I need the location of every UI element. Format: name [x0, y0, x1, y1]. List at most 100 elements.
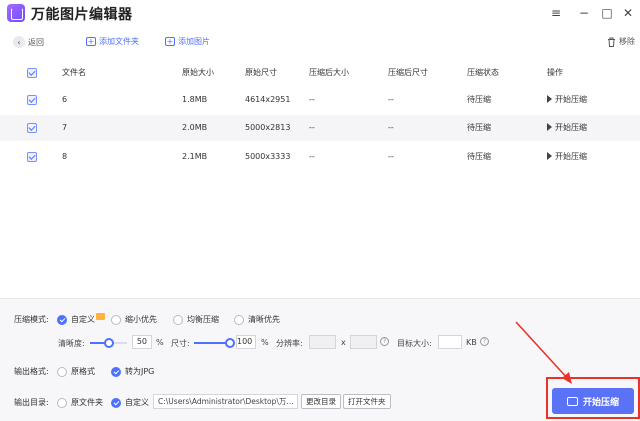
change-dir-button[interactable]: 更改目录: [301, 394, 341, 409]
play-icon: [547, 95, 552, 103]
radio-dot: [111, 397, 121, 408]
mode-balanced-radio[interactable]: 均衡压缩: [173, 314, 219, 325]
mode-smaller-radio[interactable]: 缩小优先: [111, 314, 157, 325]
back-button[interactable]: ‹ 返回: [13, 36, 44, 48]
original-size: 2.0MB: [182, 123, 208, 132]
radio-dot: [57, 314, 67, 325]
column-header: 原始大小: [182, 68, 214, 77]
compressed-dims: --: [388, 95, 394, 104]
table-row[interactable]: 6 1.8MB 4614x2951 -- -- 待压缩 开始压缩: [0, 87, 640, 113]
slider-handle[interactable]: [103, 338, 114, 348]
radio-dot: [173, 314, 183, 325]
add-folder-label: 添加文件夹: [99, 37, 139, 46]
output-dir-label: 输出目录:: [14, 398, 49, 407]
start-compress-button[interactable]: 开始压缩: [552, 388, 634, 414]
action-label: 开始压缩: [555, 95, 587, 104]
row-checkbox[interactable]: [27, 95, 37, 105]
resolution-width-input[interactable]: [309, 335, 336, 349]
output-path-field[interactable]: C:\Users\Administrator\Desktop\万...: [153, 394, 298, 409]
mode-label: 缩小优先: [125, 315, 157, 324]
dir-original-radio[interactable]: 原文件夹: [57, 397, 103, 408]
remove-button[interactable]: 移除: [606, 36, 635, 47]
compressed-size: --: [309, 95, 315, 104]
table-row[interactable]: 7 2.0MB 5000x2813 -- -- 待压缩 开始压缩: [0, 115, 640, 141]
radio-dot: [234, 314, 244, 325]
radio-dot: [57, 397, 67, 408]
size-label: 尺寸:: [171, 339, 190, 348]
status-text: 待压缩: [467, 95, 491, 104]
clarity-slider[interactable]: [90, 338, 127, 348]
kb-unit-label: KB: [466, 338, 477, 347]
target-size-input[interactable]: [438, 335, 462, 349]
action-label: 开始压缩: [555, 123, 587, 132]
select-all-checkbox[interactable]: [27, 68, 37, 78]
add-image-button[interactable]: + 添加图片: [165, 36, 210, 47]
column-header: 压缩状态: [467, 68, 499, 77]
remove-label: 移除: [619, 37, 635, 46]
open-folder-button[interactable]: 打开文件夹: [343, 394, 391, 409]
row-checkbox[interactable]: [27, 152, 37, 162]
format-label: 转为JPG: [125, 367, 155, 376]
table-row[interactable]: 8 2.1MB 5000x3333 -- -- 待压缩 开始压缩: [0, 144, 640, 170]
radio-dot: [57, 366, 67, 377]
help-icon[interactable]: ?: [480, 337, 489, 346]
resolution-height-input[interactable]: [350, 335, 377, 349]
slider-handle[interactable]: [225, 338, 235, 348]
menu-icon[interactable]: ≡: [547, 4, 565, 22]
column-header: 压缩后尺寸: [388, 68, 428, 77]
add-image-label: 添加图片: [178, 37, 210, 46]
add-folder-icon: +: [86, 36, 96, 46]
original-size: 1.8MB: [182, 95, 208, 104]
compressed-dims: --: [388, 152, 394, 161]
format-label: 原格式: [71, 367, 95, 376]
original-size: 2.1MB: [182, 152, 208, 161]
percent-label: %: [156, 338, 164, 347]
play-icon: [547, 123, 552, 131]
format-jpg-radio[interactable]: 转为JPG: [111, 366, 154, 377]
start-compress-row-button[interactable]: 开始压缩: [547, 144, 587, 170]
mode-clarity-radio[interactable]: 清晰优先: [234, 314, 280, 325]
toolbar: ‹ 返回 + 添加文件夹 + 添加图片 移除: [0, 30, 640, 56]
minimize-icon[interactable]: −: [575, 4, 593, 22]
close-icon[interactable]: ✕: [619, 4, 637, 22]
back-label: 返回: [28, 37, 44, 47]
resolution-separator: x: [341, 338, 346, 347]
start-compress-row-button[interactable]: 开始压缩: [547, 115, 587, 141]
table-header: 文件名 原始大小 原始尺寸 压缩后大小 压缩后尺寸 压缩状态 操作: [0, 60, 640, 86]
compressed-size: --: [309, 152, 315, 161]
maximize-icon[interactable]: □: [598, 4, 616, 22]
compress-mode-label: 压缩模式:: [14, 315, 49, 324]
radio-dot: [111, 314, 121, 325]
mode-label: 均衡压缩: [187, 315, 219, 324]
mode-label: 清晰优先: [248, 315, 280, 324]
start-compress-label: 开始压缩: [582, 397, 619, 408]
size-input[interactable]: 100: [236, 335, 256, 349]
app-logo-icon: [7, 4, 25, 22]
compressed-size: --: [309, 123, 315, 132]
add-folder-button[interactable]: + 添加文件夹: [86, 36, 139, 47]
start-compress-row-button[interactable]: 开始压缩: [547, 87, 587, 113]
clarity-input[interactable]: 50: [132, 335, 152, 349]
original-dims: 5000x2813: [245, 123, 291, 132]
compressed-dims: --: [388, 123, 394, 132]
clarity-label: 清晰度:: [58, 339, 85, 348]
original-dims: 4614x2951: [245, 95, 291, 104]
vip-icon: [96, 313, 105, 320]
dir-custom-radio[interactable]: 自定义: [111, 397, 149, 408]
compress-icon: [566, 396, 578, 406]
app-title: 万能图片编辑器: [31, 7, 133, 23]
status-text: 待压缩: [467, 152, 491, 161]
row-checkbox[interactable]: [27, 123, 37, 133]
play-icon: [547, 152, 552, 160]
column-header: 原始尺寸: [245, 68, 277, 77]
size-slider[interactable]: [194, 338, 235, 348]
target-size-label: 目标大小:: [397, 339, 432, 348]
output-format-label: 输出格式:: [14, 367, 49, 376]
help-icon[interactable]: ?: [380, 337, 389, 346]
file-name: 7: [62, 123, 68, 132]
mode-custom-radio[interactable]: 自定义: [57, 313, 105, 325]
mode-label: 自定义: [71, 315, 95, 324]
format-original-radio[interactable]: 原格式: [57, 366, 95, 377]
radio-dot: [111, 366, 121, 377]
percent-label: %: [261, 338, 269, 347]
